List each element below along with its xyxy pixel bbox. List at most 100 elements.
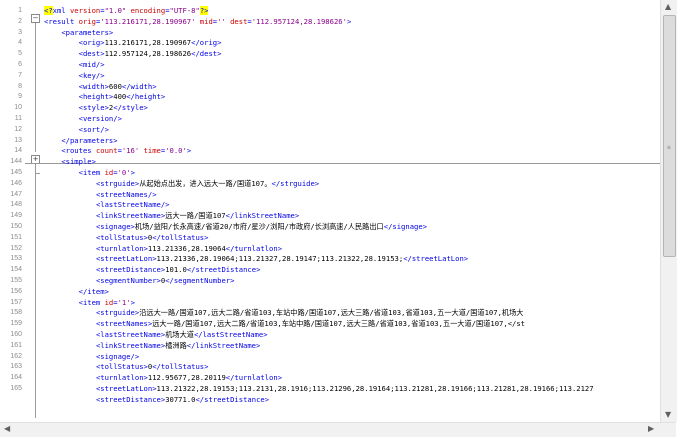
code-token: </linkStreetName> (186, 340, 261, 350)
code-area[interactable]: <?xml version="1.0" encoding="UTF-8"?> <r… (44, 6, 660, 418)
scroll-up-arrow-icon[interactable]: ▲ (665, 2, 671, 11)
code-token: <key/> (78, 70, 105, 80)
code-line[interactable]: <strguide>从起始点出发，进入远大一路/国道107。</strguide… (44, 179, 660, 190)
code-line[interactable]: <simple> (44, 157, 660, 168)
code-line[interactable]: <item id='0'> (44, 168, 660, 179)
code-token: > (186, 146, 192, 156)
code-line[interactable]: <dest>112.957124,28.198626</dest> (44, 49, 660, 60)
code-line[interactable]: <parameters> (44, 28, 660, 39)
code-line[interactable]: <signage>机场/益阳/长永高速/省道20/市府/星沙/浏阳/市政府/长浏… (44, 222, 660, 233)
code-line[interactable]: <height>400</height> (44, 92, 660, 103)
code-token: 30771.0 (165, 394, 196, 404)
code-token: 112.95677,28.20119 (147, 373, 226, 383)
code-token: encoding (130, 6, 166, 15)
code-token: </strguide> (271, 178, 320, 188)
code-line[interactable]: <streetDistance>30771.0</streetDistance> (44, 395, 660, 406)
line-number: 144 (10, 158, 22, 166)
code-line[interactable]: <width>600</width> (44, 82, 660, 93)
code-token: </segmentNumber> (165, 275, 235, 285)
code-token: </tollStatus> (152, 362, 209, 372)
code-line[interactable]: <result orig='113.216171,28.190967' mid=… (44, 17, 660, 28)
code-line[interactable]: <key/> (44, 71, 660, 82)
code-token: dest (230, 16, 248, 26)
code-token: 从起始点出发，进入远大一路/国道107。 (139, 178, 272, 188)
code-token: </streetLatLon> (403, 254, 469, 264)
line-number: 12 (14, 125, 22, 133)
code-line[interactable]: <turnlatlon>112.95677,28.20119</turnlatl… (44, 373, 660, 384)
code-line[interactable]: <streetLatLon>113.21322,28.19153;113.213… (44, 384, 660, 395)
line-number: 161 (10, 341, 22, 349)
horizontal-scrollbar[interactable]: ◀ ▶ (0, 422, 676, 437)
code-token: <streetDistance> (95, 394, 166, 404)
code-token: <segmentNumber> (95, 275, 161, 285)
code-line[interactable]: <orig>113.216171,28.190967</orig> (44, 38, 660, 49)
code-line[interactable]: <streetNames>远大一路/国道107,远大二路/省道103,车站中路/… (44, 319, 660, 330)
line-number: 8 (18, 82, 22, 90)
code-line[interactable]: <lastStreetName/> (44, 200, 660, 211)
line-number: 165 (10, 384, 22, 392)
code-line[interactable]: <tollStatus>0</tollStatus> (44, 233, 660, 244)
code-line[interactable]: <sort/> (44, 125, 660, 136)
line-number: 13 (14, 136, 22, 144)
code-line[interactable]: <signage/> (44, 352, 660, 363)
code-token: 113.216171,28.190967 (104, 38, 192, 48)
code-line[interactable]: <?xml version="1.0" encoding="UTF-8"?> (44, 6, 660, 17)
line-number: 145 (10, 168, 22, 176)
code-line[interactable]: </item> (44, 287, 660, 298)
code-line[interactable]: <mid/> (44, 60, 660, 71)
fold-guide (35, 164, 36, 418)
vertical-scrollbar[interactable]: ▲ ≡ ▼ (660, 0, 677, 422)
code-line[interactable]: <style>2</style> (44, 103, 660, 114)
vertical-scroll-thumb[interactable]: ≡ (663, 15, 676, 257)
code-line[interactable]: <strguide>沿远大一路/国道107,远大二路/省道103,车站中路/国道… (44, 308, 660, 319)
code-token: 远大一路/国道107,远大二路/省道103,车站中路/国道107,远大三路/省道… (152, 319, 526, 329)
xml-editor[interactable]: 1 2 3 4 5 6 7 8 9 10 11 12 13 14 144 145 146 147 148 149 150… (0, 0, 680, 437)
code-token: "1.0" (104, 6, 127, 15)
code-line[interactable]: <lastStreetName>机场大道</lastStreetName> (44, 330, 660, 341)
code-token: <sort/> (78, 124, 109, 134)
scroll-left-arrow-icon[interactable]: ◀ (4, 424, 10, 433)
fold-margin: − + (25, 6, 45, 418)
code-line[interactable]: <streetDistance>101.0</streetDistance> (44, 265, 660, 276)
line-number: 1 (18, 7, 22, 14)
code-token: '1' (117, 297, 131, 307)
code-token: <style> (78, 103, 109, 113)
line-number: 5 (18, 50, 22, 58)
fold-toggle-result[interactable]: − (31, 14, 40, 23)
code-line[interactable]: <linkStreetName>远大一路/国道107</linkStreetNa… (44, 211, 660, 222)
code-token: 远大一路/国道107 (165, 211, 226, 221)
code-token: <tollStatus> (95, 232, 148, 242)
code-line[interactable]: <routes count='16' time='0.0'> (44, 146, 660, 157)
code-token: '16' (121, 146, 140, 156)
code-line[interactable]: <tollStatus>0</tollStatus> (44, 362, 660, 373)
code-line[interactable]: </parameters> (44, 136, 660, 147)
scroll-down-arrow-icon[interactable]: ▼ (665, 410, 671, 419)
code-line[interactable]: <segmentNumber>0</segmentNumber> (44, 276, 660, 287)
code-line[interactable]: <streetNames/> (44, 190, 660, 201)
code-token: <? (44, 6, 53, 15)
code-token: <streetNames> (95, 319, 153, 329)
code-line[interactable]: <turnlatlon>113.21336,28.19064</turnlatl… (44, 244, 660, 255)
grip-icon: ≡ (667, 144, 671, 151)
code-line[interactable]: <streetLatLon>113.21336,28.19064;113.213… (44, 254, 660, 265)
code-line[interactable]: <item id='1'> (44, 298, 660, 309)
scroll-right-arrow-icon[interactable]: ▶ (648, 424, 654, 433)
code-line[interactable]: <linkStreetName>橘洲路</linkStreetName> (44, 341, 660, 352)
code-line[interactable]: <version/> (44, 114, 660, 125)
line-number: 153 (10, 255, 22, 263)
code-token: orig (78, 16, 96, 26)
